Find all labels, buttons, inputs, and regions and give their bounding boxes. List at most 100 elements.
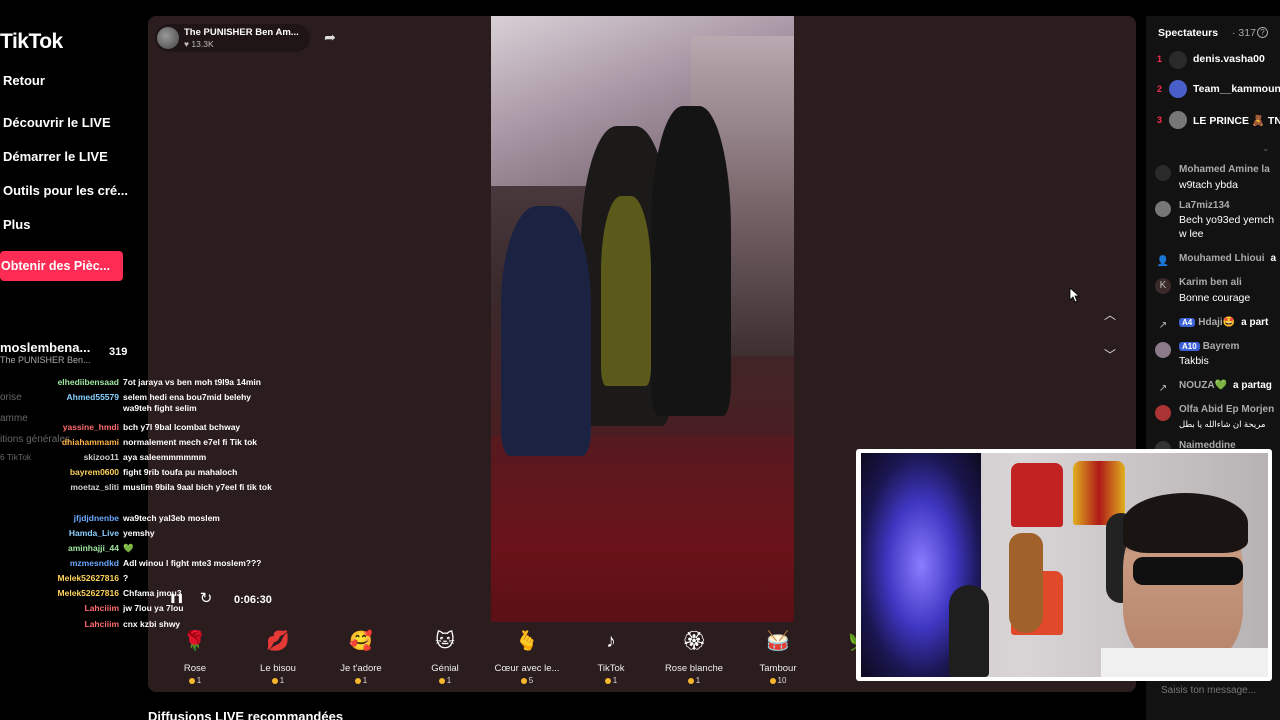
chat-username-text[interactable]: Melek52627816: [58, 573, 119, 584]
comment-username-text[interactable]: NOUZA💚: [1179, 380, 1227, 391]
comment-username-text[interactable]: Olfa Abid Ep Morjen: [1179, 404, 1274, 415]
chat-username[interactable]: Melek52627816?: [0, 573, 272, 584]
host-name[interactable]: moslembena...: [0, 340, 90, 355]
stream-host-title[interactable]: The PUNISHER Ben Am...: [184, 27, 299, 38]
get-coins-button[interactable]: Obtenir des Pièc...: [0, 251, 123, 281]
comment-username-text[interactable]: Mohamed Amine la: [1179, 164, 1270, 175]
gift-icon[interactable]: 🥁: [764, 628, 792, 656]
gift-item[interactable]: 🥰 Je t'adore 1: [321, 628, 401, 685]
pause-icon[interactable]: ❚❚: [169, 593, 184, 605]
chat-username-text[interactable]: Melek52627816: [58, 588, 119, 599]
chat-username-text[interactable]: dhiahammami: [62, 437, 119, 448]
avatar[interactable]: K: [1155, 278, 1171, 294]
share-icon[interactable]: ➦: [321, 28, 339, 46]
share-icon[interactable]: ↗: [1155, 318, 1171, 334]
chat-message: ?: [123, 573, 129, 583]
chat-username-text[interactable]: aminhajji_44: [68, 543, 119, 554]
share-icon[interactable]: ↗: [1155, 381, 1171, 397]
gift-item[interactable]: ♪ TikTok 1: [571, 628, 651, 685]
avatar[interactable]: [1169, 111, 1187, 129]
comment-message: w9tach ybda: [1179, 179, 1238, 191]
chat-username[interactable]: Melek52627816 Chfama jmou3: [0, 588, 272, 599]
rank-name[interactable]: Team__kammoun: [1193, 83, 1280, 95]
chat-username-text[interactable]: moetaz_sliti: [70, 482, 119, 493]
chat-username[interactable]: mzmesndkd Adl winou l fight mte3 moslem??…: [0, 558, 272, 569]
comment-username[interactable]: Karim ben ali: [1179, 277, 1242, 288]
gift-item[interactable]: 🥁 Tambour 10: [738, 628, 818, 685]
gift-icon[interactable]: 🥰: [347, 628, 375, 656]
live-video[interactable]: [491, 16, 794, 622]
comment-username-text[interactable]: Hdaji🤩: [1198, 317, 1235, 328]
chat-username[interactable]: jfjdjdnenbe wa9tech yal3eb moslem: [0, 513, 272, 524]
gift-item[interactable]: 🌹 Rose 1: [155, 628, 235, 685]
chat-username-text[interactable]: yassine_hmdi: [63, 422, 119, 433]
comment-username[interactable]: A10 Bayrem: [1179, 341, 1239, 352]
chat-username-text[interactable]: mzmesndkd: [70, 558, 119, 569]
gift-icon[interactable]: 🌹: [181, 628, 209, 656]
nav-start-live[interactable]: Démarrer le LIVE: [3, 149, 108, 164]
gift-icon[interactable]: 🐱: [431, 628, 459, 656]
chat-username[interactable]: bayrem0600 fight 9rib toufa pu mahaloch: [0, 467, 272, 478]
chevron-down-icon[interactable]: ⌄: [1262, 143, 1270, 154]
chat-username-text[interactable]: elhediibensaad: [58, 377, 119, 388]
mouse-cursor-icon: [1069, 287, 1081, 303]
nav-back[interactable]: Retour: [3, 73, 45, 88]
gift-icon[interactable]: 🫰: [513, 628, 541, 656]
chat-username-text[interactable]: Hamda_Live: [69, 528, 119, 539]
chat-username[interactable]: aminhajji_44 💚: [0, 543, 272, 554]
gift-item[interactable]: 🐱 Génial 1: [405, 628, 485, 685]
gift-icon[interactable]: 🏵: [680, 628, 708, 656]
chat-username[interactable]: elhediibensaad 7ot jaraya vs ben moh t9l9…: [0, 377, 272, 388]
chat-username-text[interactable]: Ahmed55579: [67, 392, 119, 403]
comment-username[interactable]: Mouhamed Lhioui a: [1179, 253, 1276, 264]
chat-username[interactable]: moetaz_sliti muslim 9bila 9aal bich y7eel…: [0, 482, 272, 493]
chat-username[interactable]: Ahmed55579 selem hedi ena bou7mid belehy …: [0, 392, 272, 413]
replay-icon[interactable]: ↻: [198, 591, 214, 607]
help-icon[interactable]: ?: [1257, 27, 1268, 38]
comment-message: Bonne courage: [1179, 292, 1251, 304]
chat-username[interactable]: yassine_hmdi bch y7l 9bal lcombat bchway: [0, 422, 272, 433]
comment-username[interactable]: Olfa Abid Ep Morjen: [1179, 404, 1274, 415]
comment-username-text[interactable]: Mouhamed Lhioui: [1179, 253, 1265, 264]
nav-more[interactable]: Plus: [3, 217, 30, 232]
comment-username[interactable]: A4 Hdaji🤩 a part: [1179, 317, 1268, 328]
comment-username-text[interactable]: Bayrem: [1203, 341, 1240, 352]
avatar[interactable]: [1155, 405, 1171, 421]
chat-username[interactable]: skizoo11 aya saleemmmmmm: [0, 452, 272, 463]
gift-icon[interactable]: ♪: [597, 628, 625, 656]
gift-item[interactable]: 🫰 Cœur avec le... 5: [487, 628, 567, 685]
chevron-up-icon[interactable]: ︿: [1100, 305, 1120, 325]
gift-item[interactable]: 💋 Le bisou 1: [238, 628, 318, 685]
avatar[interactable]: [157, 27, 179, 49]
comment-username-text[interactable]: Karim ben ali: [1179, 277, 1242, 288]
chat-message: yemshy: [123, 528, 155, 538]
nav-creator-tools[interactable]: Outils pour les cré...: [3, 183, 128, 198]
avatar[interactable]: 👤: [1155, 254, 1171, 270]
rank-name[interactable]: denis.vasha00: [1193, 53, 1265, 65]
comment-username[interactable]: La7miz134: [1179, 200, 1230, 211]
gift-icon[interactable]: 💋: [264, 628, 292, 656]
chat-username-text[interactable]: Lahciiim: [85, 603, 119, 614]
gift-price: 1: [321, 676, 401, 685]
comment-username[interactable]: NOUZA💚 a partag: [1179, 380, 1272, 391]
chat-username[interactable]: Lahciiim jw 7lou ya 7lou: [0, 603, 272, 614]
chat-username-text[interactable]: bayrem0600: [70, 467, 119, 478]
rank-name[interactable]: LE PRINCE 🧸 TN: [1193, 114, 1280, 127]
avatar[interactable]: [1169, 80, 1187, 98]
message-input[interactable]: Saisis ton message...: [1152, 680, 1280, 702]
avatar[interactable]: [1155, 201, 1171, 217]
avatar[interactable]: [1169, 51, 1187, 69]
gift-item[interactable]: 🏵 Rose blanche 1: [654, 628, 734, 685]
nav-discover-live[interactable]: Découvrir le LIVE: [3, 115, 111, 130]
avatar[interactable]: [1155, 342, 1171, 358]
comment-username-text[interactable]: La7miz134: [1179, 200, 1230, 211]
avatar[interactable]: [1155, 165, 1171, 181]
chat-username-text[interactable]: jfjdjdnenbe: [74, 513, 119, 524]
tiktok-logo[interactable]: TikTok: [0, 30, 63, 54]
chat-username-text[interactable]: Lahciiim: [85, 619, 119, 630]
chat-username-text[interactable]: skizoo11: [84, 452, 119, 463]
chat-username[interactable]: dhiahammami normalement mech e7el fi Tik …: [0, 437, 272, 448]
chat-username[interactable]: Hamda_Live yemshy: [0, 528, 272, 539]
comment-username[interactable]: Mohamed Amine la: [1179, 164, 1270, 175]
chevron-down-icon[interactable]: ﹀: [1100, 345, 1120, 365]
